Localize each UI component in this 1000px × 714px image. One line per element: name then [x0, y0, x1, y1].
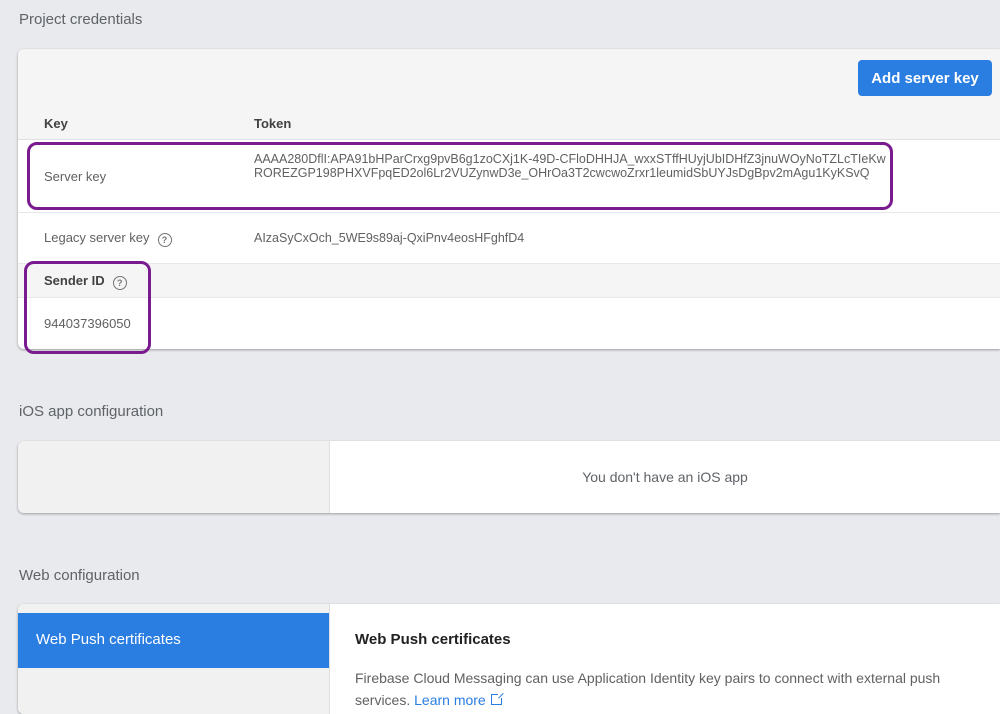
server-key-token[interactable]: AAAA280DflI:APA91bHParCrxg9pvB6g1zoCXj1K… — [254, 152, 894, 180]
learn-more-label: Learn more — [414, 692, 486, 708]
legacy-server-key-token[interactable]: AIzaSyCxOch_5WE9s89aj-QxiPnv4eosHFghfD4 — [254, 231, 894, 245]
tab-web-push-certificates[interactable]: Web Push certificates — [18, 613, 329, 668]
project-credentials-title: Project credentials — [19, 11, 143, 28]
sender-id-label: Sender ID — [44, 273, 105, 288]
tab-web-push-certificates-label: Web Push certificates — [36, 631, 181, 648]
server-key-row: Server key AAAA280DflI:APA91bHParCrxg9pv… — [18, 140, 1000, 213]
ios-empty-message: You don't have an iOS app — [582, 469, 748, 485]
sender-id-value-row: 944037396050 — [18, 298, 1000, 349]
key-column-header: Key — [44, 116, 68, 131]
web-push-description: Firebase Cloud Messaging can use Applica… — [355, 667, 955, 711]
server-key-label: Server key — [44, 169, 107, 184]
credentials-table-header: Key Token — [18, 107, 1000, 140]
web-push-heading: Web Push certificates — [355, 631, 511, 648]
add-server-key-button[interactable]: Add server key — [858, 60, 992, 96]
ios-config-card: You don't have an iOS app — [18, 441, 1000, 513]
web-config-card: Web Push certificates Web Push certifica… — [18, 604, 1000, 714]
web-config-title: Web configuration — [19, 567, 140, 584]
web-push-panel: Web Push certificates Firebase Cloud Mes… — [330, 604, 1000, 714]
sender-id-value[interactable]: 944037396050 — [44, 316, 131, 331]
learn-more-link[interactable]: Learn more — [414, 692, 504, 708]
ios-config-title: iOS app configuration — [19, 403, 164, 420]
help-icon[interactable]: ? — [157, 233, 172, 247]
help-icon[interactable]: ? — [112, 276, 127, 290]
sender-id-header-row: Sender ID? — [18, 264, 1000, 298]
token-column-header: Token — [254, 116, 292, 131]
credentials-card: Add server key Key Token Server key AAAA… — [18, 49, 1000, 349]
ios-app-list-panel — [18, 441, 330, 513]
legacy-server-key-label: Legacy server key — [44, 230, 150, 245]
credentials-toolbar: Add server key — [18, 49, 1000, 108]
web-config-nav: Web Push certificates — [18, 604, 330, 714]
legacy-server-key-row: Legacy server key? AIzaSyCxOch_5WE9s89aj… — [18, 213, 1000, 264]
